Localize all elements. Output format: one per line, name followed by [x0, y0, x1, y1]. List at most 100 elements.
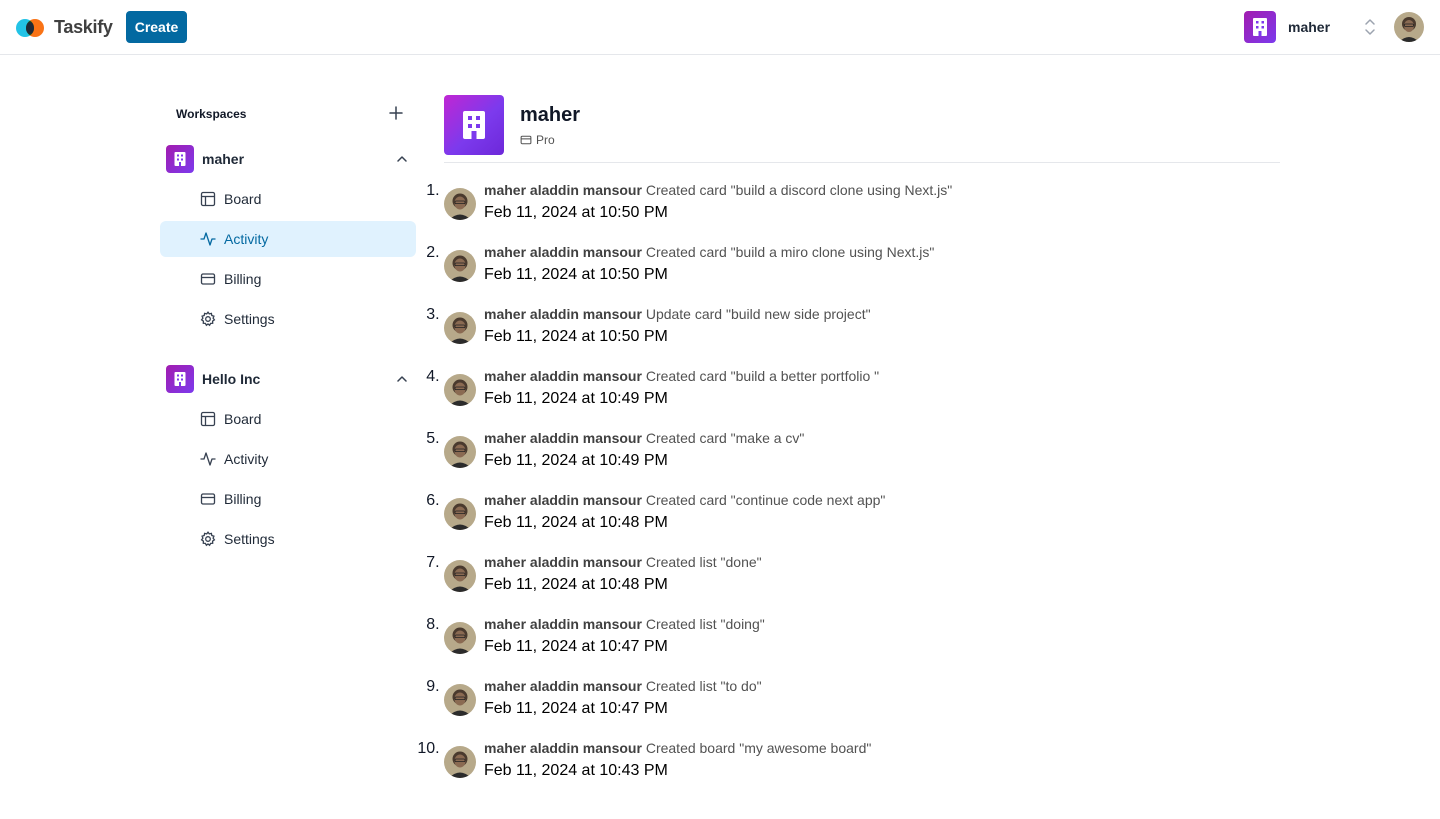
activity-timestamp: Feb 11, 2024 at 10:47 PM: [484, 638, 668, 655]
sidebar-item-label: Board: [224, 411, 262, 427]
plus-icon[interactable]: [388, 105, 404, 121]
create-button[interactable]: Create: [126, 11, 187, 43]
top-navbar: Taskify Create maher: [0, 0, 1440, 55]
activity-user: maher aladdin mansour: [484, 182, 642, 198]
activity-message: maher aladdin mansour Created list "done…: [484, 554, 762, 570]
building-icon: [166, 365, 194, 393]
sidebar-item-label: Billing: [224, 491, 262, 507]
sidebar-item-board[interactable]: Board: [160, 401, 416, 437]
layout-icon: [200, 411, 216, 427]
activity-item: maher aladdin mansour Created card "cont…: [444, 492, 1280, 542]
workspace-trigger[interactable]: maher: [166, 145, 416, 173]
activity-action: Created list "to do": [645, 678, 762, 694]
activity-user: maher aladdin mansour: [484, 740, 642, 756]
workspace-trigger[interactable]: Hello Inc: [166, 365, 416, 393]
sidebar-item-billing[interactable]: Billing: [160, 481, 416, 517]
taskify-logo[interactable]: Taskify: [16, 14, 113, 40]
activity-message: maher aladdin mansour Created card "buil…: [484, 368, 879, 384]
sidebar-item-label: Settings: [224, 531, 275, 547]
organization-switcher[interactable]: maher: [1244, 11, 1380, 43]
activity-timestamp: Feb 11, 2024 at 10:49 PM: [484, 452, 668, 469]
activity-icon: [200, 451, 216, 467]
sidebar-item-billing[interactable]: Billing: [160, 261, 416, 297]
activity-user: maher aladdin mansour: [484, 492, 642, 508]
building-icon: [444, 95, 504, 155]
activity-user: maher aladdin mansour: [484, 554, 642, 570]
user-avatar: [444, 312, 476, 344]
activity-user: maher aladdin mansour: [484, 678, 642, 694]
user-avatar: [444, 250, 476, 282]
sidebar-item-settings[interactable]: Settings: [160, 301, 416, 337]
credit-card-icon: [200, 491, 216, 507]
sidebar-item-board[interactable]: Board: [160, 181, 416, 217]
activity-action: Update card "build new side project": [645, 306, 871, 322]
activity-action: Created card "build a better portfolio ": [645, 368, 880, 384]
user-avatar[interactable]: [1394, 12, 1424, 42]
user-avatar: [444, 746, 476, 778]
sidebar-item-label: Activity: [224, 231, 269, 247]
activity-action: Created card "make a cv": [645, 430, 805, 446]
settings-icon: [200, 531, 216, 547]
sidebar-item-activity[interactable]: Activity: [160, 441, 416, 477]
sidebar-item-settings[interactable]: Settings: [160, 521, 416, 557]
activity-item: maher aladdin mansour Created card "make…: [444, 430, 1280, 480]
sidebar-item-label: Board: [224, 191, 262, 207]
plan-label: Pro: [536, 133, 555, 147]
workspaces-heading: Workspaces: [176, 107, 247, 121]
activity-action: Created list "doing": [645, 616, 765, 632]
sidebar-item-label: Billing: [224, 271, 262, 287]
chevron-up-icon: [397, 376, 407, 382]
activity-timestamp: Feb 11, 2024 at 10:50 PM: [484, 328, 668, 345]
activity-timestamp: Feb 11, 2024 at 10:50 PM: [484, 266, 668, 283]
activity-item: maher aladdin mansour Created list "to d…: [444, 678, 1280, 728]
user-avatar: [444, 188, 476, 220]
activity-user: maher aladdin mansour: [484, 306, 642, 322]
user-avatar: [444, 560, 476, 592]
activity-message: maher aladdin mansour Created card "make…: [484, 430, 804, 446]
activity-timestamp: Feb 11, 2024 at 10:50 PM: [484, 204, 668, 221]
activity-timestamp: Feb 11, 2024 at 10:48 PM: [484, 576, 668, 593]
brand-name: Taskify: [54, 16, 113, 37]
activity-user: maher aladdin mansour: [484, 430, 642, 446]
activity-item: maher aladdin mansour Created list "done…: [444, 554, 1280, 604]
sidebar-item-label: Activity: [224, 451, 269, 467]
activity-message: maher aladdin mansour Created board "my …: [484, 740, 871, 756]
user-avatar: [444, 622, 476, 654]
activity-message: maher aladdin mansour Update card "build…: [484, 306, 871, 322]
activity-message: maher aladdin mansour Created list "to d…: [484, 678, 762, 694]
activity-item: maher aladdin mansour Created list "doin…: [444, 616, 1280, 666]
workspace-name: maher: [202, 151, 245, 167]
activity-timestamp: Feb 11, 2024 at 10:47 PM: [484, 700, 668, 717]
activity-message: maher aladdin mansour Created card "buil…: [484, 244, 934, 260]
sidebar-item-activity[interactable]: Activity: [160, 221, 416, 257]
workspace-name: Hello Inc: [202, 371, 261, 387]
activity-action: Created card "continue code next app": [645, 492, 886, 508]
activity-action: Created card "build a miro clone using N…: [645, 244, 935, 260]
activity-timestamp: Feb 11, 2024 at 10:48 PM: [484, 514, 668, 531]
settings-icon: [200, 311, 216, 327]
credit-card-icon: [520, 135, 532, 145]
chevrons-up-down-icon: [1365, 19, 1375, 35]
logo-mark-icon: [16, 17, 46, 37]
activity-user: maher aladdin mansour: [484, 244, 642, 260]
activity-user: maher aladdin mansour: [484, 368, 642, 384]
activity-item: maher aladdin mansour Created card "buil…: [444, 244, 1280, 294]
activity-item: maher aladdin mansour Created card "buil…: [444, 182, 1280, 232]
activity-message: maher aladdin mansour Created list "doin…: [484, 616, 765, 632]
activity-action: Created board "my awesome board": [645, 740, 872, 756]
sidebar-item-label: Settings: [224, 311, 275, 327]
activity-user: maher aladdin mansour: [484, 616, 642, 632]
activity-action: Created card "build a discord clone usin…: [645, 182, 953, 198]
building-icon: [1244, 11, 1276, 43]
activity-icon: [200, 231, 216, 247]
activity-item: maher aladdin mansour Created card "buil…: [444, 368, 1280, 418]
activity-item: maher aladdin mansour Created board "my …: [444, 740, 1280, 790]
divider: [444, 162, 1280, 163]
user-avatar: [444, 436, 476, 468]
activity-action: Created list "done": [645, 554, 762, 570]
organization-name: maher: [1288, 19, 1331, 35]
plan-info: Pro: [520, 133, 555, 147]
activity-timestamp: Feb 11, 2024 at 10:49 PM: [484, 390, 668, 407]
layout-icon: [200, 191, 216, 207]
page-title: maher: [520, 104, 581, 126]
